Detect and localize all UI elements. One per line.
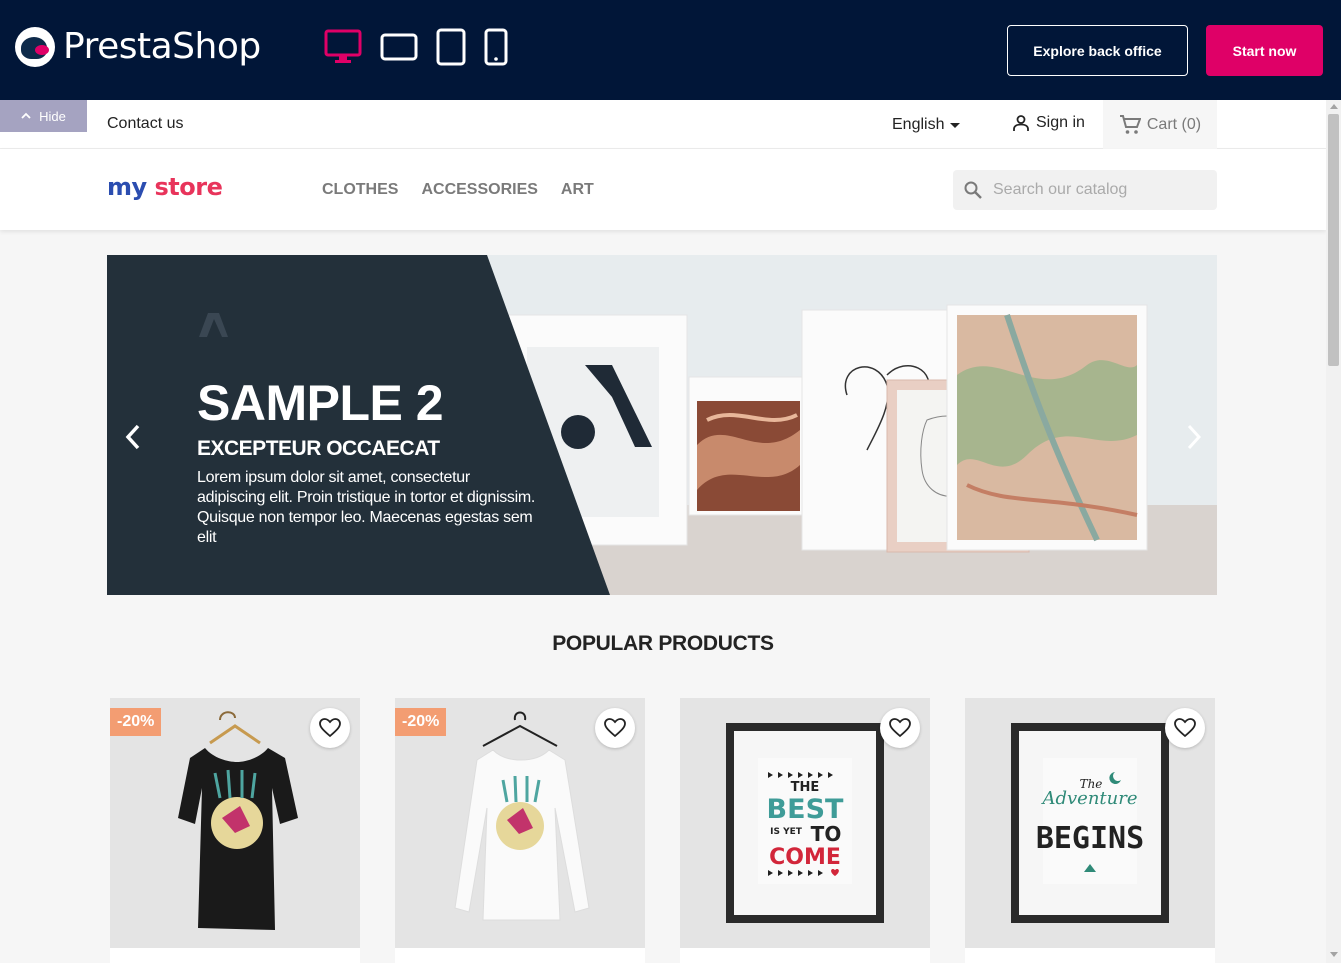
product-card[interactable]: -20% <box>110 698 360 963</box>
poster-line-adventure: Adventure <box>1040 788 1137 809</box>
desktop-icon[interactable] <box>324 29 362 65</box>
language-label: English <box>892 116 945 133</box>
hide-demo-bar-button[interactable]: Hide <box>0 100 87 132</box>
heart-icon <box>319 718 341 738</box>
main-nav: my store CLOTHES ACCESSORIES ART <box>0 149 1326 230</box>
discount-badge: -20% <box>395 708 447 736</box>
puffin-icon <box>15 26 55 67</box>
wishlist-button[interactable] <box>310 708 350 748</box>
tablet-icon[interactable] <box>436 28 466 66</box>
scrollbar-thumb[interactable] <box>1328 114 1339 366</box>
scroll-down-icon[interactable] <box>1330 952 1338 957</box>
store-logo[interactable]: my store <box>107 173 223 201</box>
search-icon[interactable] <box>963 180 983 200</box>
menu-item-art[interactable]: ART <box>561 181 594 199</box>
category-menu: CLOTHES ACCESSORIES ART <box>322 181 594 199</box>
sign-in-label: Sign in <box>1036 114 1085 131</box>
heart-icon <box>1174 718 1196 738</box>
cart-button[interactable]: Cart (0) <box>1103 100 1217 149</box>
poster-line-come: COME <box>769 845 841 870</box>
heart-icon <box>889 718 911 738</box>
slide-caption: SAMPLE 2 EXCEPTEUR OCCAECAT Lorem ipsum … <box>197 375 537 548</box>
page-scrollbar[interactable] <box>1326 100 1341 963</box>
search-box <box>953 170 1217 210</box>
hide-label: Hide <box>39 108 66 124</box>
product-card[interactable]: THE BEST IS YET TO COME <box>680 698 930 963</box>
sign-in-link[interactable]: Sign in <box>1012 114 1085 132</box>
product-info <box>680 948 930 963</box>
prestashop-brand: PrestaShop <box>63 26 261 67</box>
explore-back-office-button[interactable]: Explore back office <box>1007 25 1188 76</box>
slide-title: SAMPLE 2 <box>197 375 444 431</box>
tablet-landscape-icon[interactable] <box>380 33 418 61</box>
language-selector[interactable]: English <box>892 116 961 134</box>
prestashop-logo[interactable]: PrestaShop <box>15 26 261 67</box>
discount-badge: -20% <box>110 708 162 736</box>
poster-line-begins: BEGINS <box>1036 821 1144 856</box>
shopping-cart-icon <box>1119 114 1141 134</box>
heart-icon <box>604 718 626 738</box>
demo-bar: PrestaShop Explore back office Start now <box>0 0 1341 100</box>
slide-description: Lorem ipsum dolor sit amet, consectetur … <box>197 469 536 546</box>
poster-line-to: TO <box>811 822 842 846</box>
user-icon <box>1013 115 1029 131</box>
cart-label: Cart (0) <box>1146 115 1202 133</box>
product-info <box>965 948 1215 963</box>
product-card[interactable]: -20% <box>395 698 645 963</box>
chevron-up-icon <box>21 112 31 119</box>
product-info <box>110 948 360 963</box>
product-info <box>395 948 645 963</box>
menu-item-clothes[interactable]: CLOTHES <box>322 181 398 199</box>
wishlist-button[interactable] <box>595 708 635 748</box>
poster-line-the: THE <box>791 780 820 795</box>
wishlist-button[interactable] <box>1165 708 1205 748</box>
device-switcher <box>324 28 508 66</box>
slide-subtitle: EXCEPTEUR OCCAECAT <box>197 437 440 460</box>
contact-us-link[interactable]: Contact us <box>107 115 183 133</box>
carousel-prev-icon[interactable] <box>123 423 143 451</box>
caret-down-icon <box>950 123 961 128</box>
store-logo-part1: my <box>107 173 147 201</box>
poster-line-best: BEST <box>767 794 844 825</box>
product-card[interactable]: The Adventure BEGINS <box>965 698 1215 963</box>
mobile-icon[interactable] <box>484 28 508 66</box>
carousel-next-icon[interactable] <box>1184 423 1204 451</box>
popular-products-heading: POPULAR PRODUCTS <box>552 632 774 655</box>
scroll-up-icon[interactable] <box>1330 104 1338 109</box>
wishlist-button[interactable] <box>880 708 920 748</box>
header-nav: Contact us English Sign in Cart (0) <box>0 100 1326 149</box>
start-now-button[interactable]: Start now <box>1206 25 1323 76</box>
menu-item-accessories[interactable]: ACCESSORIES <box>421 181 537 199</box>
search-input[interactable] <box>993 181 1203 199</box>
poster-line-is-yet: IS YET <box>770 827 803 837</box>
store-logo-part2: store <box>154 173 223 201</box>
product-list: -20% -20% THE BEST IS YET TO COME The Ad… <box>110 698 1215 963</box>
store-preview: Contact us English Sign in Cart (0) Hide <box>0 100 1326 963</box>
hero-carousel: SAMPLE 2 EXCEPTEUR OCCAECAT Lorem ipsum … <box>107 255 1217 595</box>
